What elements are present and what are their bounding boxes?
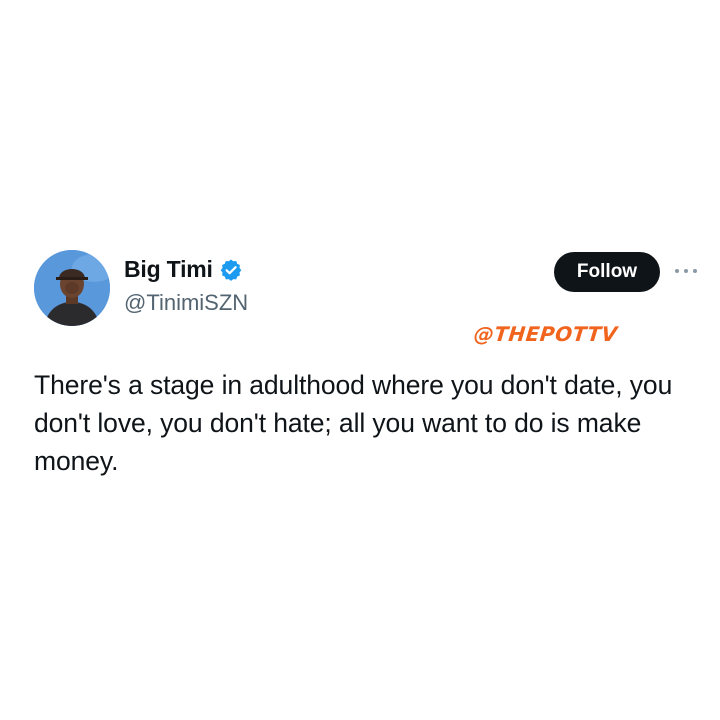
tweet-card: Big Timi @TinimiSZN Follow @THEPOTTV The…	[0, 0, 720, 720]
author-display-name[interactable]: Big Timi	[124, 256, 213, 283]
verified-badge-icon	[219, 258, 243, 282]
more-dot	[675, 269, 679, 273]
author-handle[interactable]: @TinimiSZN	[124, 290, 248, 316]
follow-button[interactable]: Follow	[554, 252, 660, 292]
more-dot	[693, 269, 697, 273]
more-options-icon[interactable]	[675, 262, 697, 280]
avatar-photo	[34, 250, 110, 326]
author-name-row: Big Timi	[124, 256, 243, 283]
avatar[interactable]	[34, 250, 110, 326]
tweet-text: There's a stage in adulthood where you d…	[34, 370, 673, 476]
watermark: @THEPOTTV	[472, 322, 619, 346]
more-dot	[684, 269, 688, 273]
